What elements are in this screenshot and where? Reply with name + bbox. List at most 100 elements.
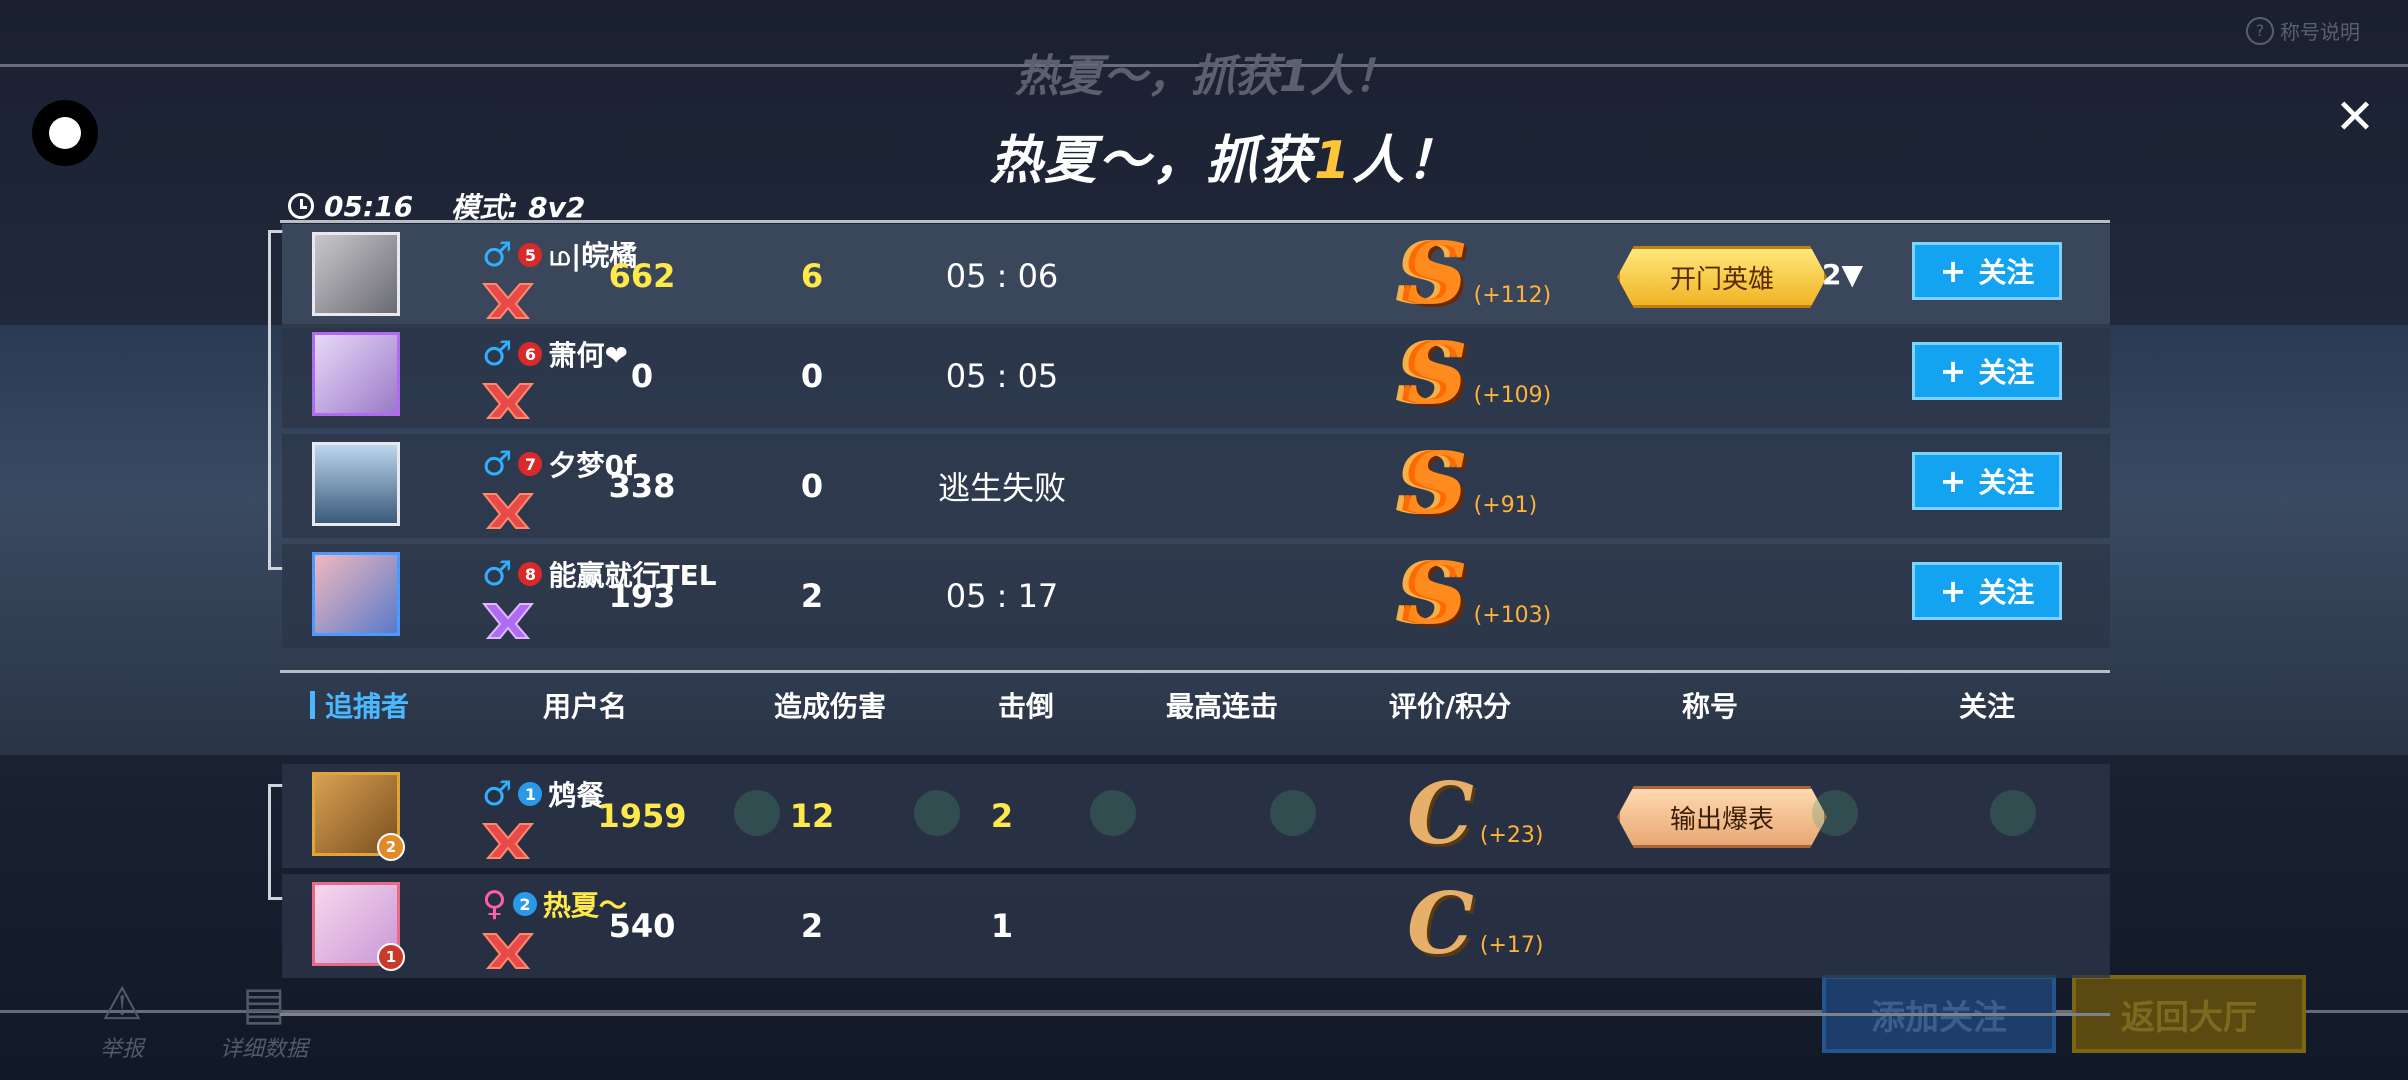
team-label: 追捕者 (325, 690, 410, 723)
avatar[interactable]: 1 (312, 882, 405, 971)
rank-emblem-icon (481, 933, 535, 969)
follow-label: 关注 (1978, 256, 2035, 289)
grade-points: (+103) (1473, 603, 1552, 628)
record-indicator[interactable] (32, 100, 98, 166)
warning-icon: ⚠ (101, 976, 143, 1030)
details-label: 详细数据 (220, 1037, 309, 1062)
details-button[interactable]: ▤ 详细数据 (220, 975, 308, 1063)
damage-value: 193 (608, 577, 676, 615)
table-top-divider (280, 220, 2110, 223)
plus-icon: + (1939, 252, 1967, 290)
player-title-tag[interactable]: 输出爆表 (1617, 786, 1827, 848)
stat-value: 05 : 17 (945, 577, 1059, 615)
follow-label: 关注 (1978, 466, 2035, 499)
follow-button[interactable]: + 关注 (1912, 342, 2062, 400)
male-icon: ♂ (482, 554, 513, 594)
level-badge: 5 (518, 243, 543, 267)
damage-value: 540 (608, 907, 676, 945)
level-badge: 2 (512, 892, 537, 916)
follow-label: 关注 (1978, 356, 2035, 389)
rank-emblem-icon (481, 603, 535, 639)
col-combo: 最高连击 (1165, 690, 1278, 723)
knockdowns-value: 0 (800, 357, 824, 395)
team-bar (310, 691, 315, 719)
title-help-link[interactable]: ? 称号说明 (2246, 16, 2360, 45)
male-icon: ♂ (482, 334, 513, 374)
male-icon: ♂ (482, 774, 513, 814)
grade: S (+103) (1407, 552, 1551, 636)
grade-points: (+109) (1473, 383, 1552, 408)
damage-value: 662 (608, 257, 676, 295)
damage-value: 1959 (597, 797, 687, 835)
grade-points: (+112) (1473, 283, 1552, 308)
background-title: 热夏～，抓获1人！ (1015, 51, 1398, 102)
damage-value: 338 (608, 467, 676, 505)
table-bottom-divider (280, 1013, 2110, 1016)
survivor-row: ♂ 8 能赢就行TEL 193 2 05 : 17 S (+103) + 关注 (282, 544, 2110, 648)
male-icon: ♂ (482, 444, 513, 484)
knockdowns-value: 12 (789, 797, 835, 835)
title-count: 1 (1314, 131, 1353, 191)
grade-letter: C (1407, 764, 1474, 863)
stat-value: 05 : 06 (945, 257, 1059, 295)
grade-letter: C (1407, 874, 1474, 973)
thumbs-up-icon[interactable] (1812, 790, 1858, 836)
male-icon: ♂ (482, 235, 513, 275)
rank-emblem-icon (481, 383, 535, 419)
title-suffix: 人！ (1352, 131, 1461, 191)
hunter-team-label: 追捕者 (310, 683, 409, 727)
avatar[interactable]: 2 (312, 772, 405, 861)
rank-emblem-icon (481, 493, 535, 529)
avatar-badge: 1 (377, 943, 405, 971)
title-count-dropdown[interactable]: 2▼ (1822, 246, 1863, 302)
col-grade: 评价/积分 (1388, 690, 1512, 723)
level-badge: 1 (518, 782, 543, 806)
grade: C (+17) (1407, 882, 1543, 966)
grade: S (+112) (1407, 232, 1551, 316)
help-label: 称号说明 (2280, 20, 2360, 44)
knockdowns-value: 2 (800, 907, 824, 945)
col-follow: 关注 (1958, 690, 2015, 723)
follow-button[interactable]: + 关注 (1912, 452, 2062, 510)
close-icon[interactable]: ✕ (2330, 92, 2380, 142)
question-icon: ? (2246, 16, 2274, 45)
report-label: 举报 (100, 1037, 145, 1062)
grade-points: (+91) (1473, 493, 1538, 518)
rank-emblem-icon (481, 823, 535, 859)
survivor-row: ♂ 5 ம|皖橘 662 6 05 : 06 S (+112) 开门英雄 2▼ … (282, 224, 2110, 328)
match-time: 05:16 (324, 189, 414, 223)
grade: S (+91) (1407, 442, 1537, 526)
grade-points: (+17) (1479, 933, 1544, 958)
hunter-row: 2 ♂ 1 鸩餐 1959 12 2 C (+23) 输出爆表 (282, 764, 2110, 868)
plus-icon: + (1939, 352, 1967, 390)
thumbs-up-icon[interactable] (1270, 790, 1316, 836)
rank-emblem-icon (481, 283, 535, 319)
combo-value: 1 (990, 907, 1014, 945)
plus-icon: + (1939, 572, 1967, 610)
grade-letter: S (1407, 324, 1468, 423)
grade-points: (+23) (1479, 823, 1544, 848)
level-badge: 6 (518, 342, 543, 366)
grade: S (+109) (1407, 332, 1551, 416)
report-button[interactable]: ⚠ 举报 (100, 975, 144, 1063)
document-icon: ▤ (242, 976, 286, 1030)
follow-button[interactable]: + 关注 (1912, 242, 2062, 300)
combo-value: 2 (990, 797, 1014, 835)
thumbs-up-icon[interactable] (1990, 790, 2036, 836)
female-icon: ♀ (482, 884, 507, 924)
section-divider (280, 670, 2110, 673)
avatar[interactable] (312, 332, 400, 416)
clock-icon (288, 193, 314, 219)
survivor-row: ♂ 7 夕梦0f 338 0 逃生失败 S (+91) + 关注 (282, 434, 2110, 538)
col-title: 称号 (1681, 690, 1738, 723)
grade-letter: S (1407, 544, 1468, 643)
player-title-tag[interactable]: 开门英雄 (1617, 246, 1827, 308)
follow-button[interactable]: + 关注 (1912, 562, 2062, 620)
avatar[interactable] (312, 442, 400, 526)
grade-letter: S (1407, 224, 1468, 323)
title-prefix: 热夏～，抓获 (990, 131, 1315, 191)
survivor-row: ♂ 6 萧何❤ 0 0 05 : 05 S (+109) + 关注 (282, 324, 2110, 428)
damage-value: 0 (630, 357, 654, 395)
avatar[interactable] (312, 232, 400, 316)
avatar[interactable] (312, 552, 400, 636)
